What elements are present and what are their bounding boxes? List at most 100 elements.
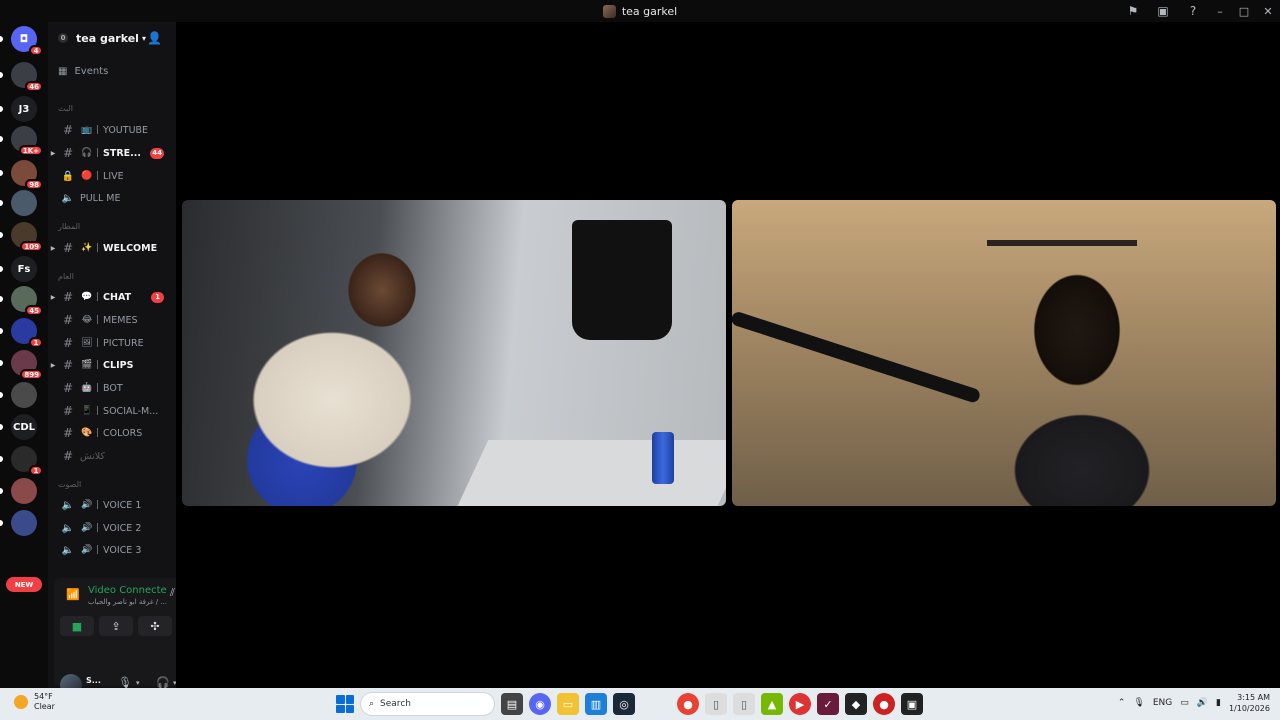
voice-channel-name[interactable]: غرفة ابو ناصر والحباب / ... xyxy=(88,598,167,606)
server-icon[interactable] xyxy=(11,190,37,216)
channel-voice-1[interactable]: 🔈 🔊 | VOICE 1 xyxy=(48,495,176,515)
language-indicator[interactable]: ENG xyxy=(1153,698,1172,708)
channel-label: PICTURE xyxy=(103,337,144,349)
speaker-icon: 🔈 xyxy=(61,499,75,511)
camera-button[interactable]: ■ xyxy=(60,616,94,636)
chevron-up-icon[interactable]: ⌃ xyxy=(1118,698,1126,708)
media-player-icon[interactable]: ▶ xyxy=(789,693,811,715)
network-icon[interactable]: ▭ xyxy=(1180,698,1189,708)
server-icon[interactable] xyxy=(11,478,37,504)
channel-voice-2[interactable]: 🔈 🔊 | VOICE 2 xyxy=(48,518,176,538)
server-icon[interactable]: 1 xyxy=(11,318,43,348)
server-icon[interactable]: 46 xyxy=(11,62,43,92)
clock[interactable]: 3:15 AM 1/10/2026 xyxy=(1229,692,1270,714)
inbox-icon[interactable]: ▣ xyxy=(1148,0,1178,22)
mention-badge: 4 xyxy=(29,45,43,56)
unread-pill xyxy=(0,170,3,176)
server-icon[interactable]: 45 xyxy=(11,286,43,316)
microphone-icon[interactable]: 🎙 xyxy=(1133,698,1144,708)
chrome-icon[interactable]: ● xyxy=(677,693,699,715)
video-content xyxy=(732,310,982,405)
server-icon[interactable]: J3 xyxy=(11,96,37,122)
events-label: Events xyxy=(74,66,109,77)
channel-label: COLORS xyxy=(103,427,143,439)
chevron-down-icon: ▾ xyxy=(141,33,146,43)
hash-icon: # xyxy=(62,358,74,372)
close-button[interactable]: ✕ xyxy=(1256,0,1280,22)
server-icon[interactable]: 1 xyxy=(11,446,43,476)
mention-badge: 44 xyxy=(150,147,164,159)
help-icon[interactable]: ? xyxy=(1178,0,1208,22)
category-general[interactable]: العام xyxy=(58,272,74,281)
channel-label: VOICE 3 xyxy=(103,544,142,556)
maximize-button[interactable]: □ xyxy=(1232,0,1256,22)
flag-icon[interactable]: ⚑ xyxy=(1118,0,1148,22)
channel-chat[interactable]: ▶ # 💬 | CHAT 1 xyxy=(48,287,176,307)
start-button[interactable] xyxy=(336,695,354,713)
minimize-button[interactable]: – xyxy=(1208,0,1232,22)
channel-live[interactable]: 🔒 🔴 | LIVE xyxy=(48,166,176,186)
separator: | xyxy=(96,315,100,325)
noise-suppression-icon[interactable]: ⫽ xyxy=(170,586,175,600)
server-icon[interactable]: 98 xyxy=(11,160,43,190)
channel-pull-me[interactable]: 🔈 PULL ME xyxy=(48,188,176,208)
channel-extra[interactable]: # كلاتش xyxy=(48,446,176,466)
volume-icon[interactable]: 🔊 xyxy=(1197,698,1208,708)
channel-colors[interactable]: # 🎨 | COLORS xyxy=(48,423,176,443)
battery-icon[interactable]: ▮ xyxy=(1216,698,1221,708)
mention-badge: 1K+ xyxy=(18,145,43,156)
unread-pill xyxy=(0,296,3,302)
server-icon[interactable]: Fs xyxy=(11,256,37,282)
screen-share-button[interactable]: ⇪ xyxy=(99,616,133,636)
voice-status[interactable]: Video Connecte xyxy=(88,585,167,596)
new-button[interactable]: NEW xyxy=(6,577,42,592)
server-icon[interactable]: 899 xyxy=(11,350,43,380)
category-stream[interactable]: البث xyxy=(58,104,73,113)
video-tile-right[interactable] xyxy=(732,200,1276,506)
activities-button[interactable]: ✣ xyxy=(138,616,172,636)
server-icon[interactable]: 1K+ xyxy=(11,126,43,156)
app-icon[interactable]: ● xyxy=(873,693,895,715)
unread-pill xyxy=(0,424,3,430)
channel-welcome[interactable]: ▶ # ✨ | WELCOME xyxy=(48,238,176,258)
channel-sidebar: 0 tea garkel ▾ 👤 ▦ Events البث المطار ال… xyxy=(48,22,218,696)
server-icon[interactable] xyxy=(11,510,37,536)
window-title: tea garkel xyxy=(602,4,677,18)
separator: | xyxy=(96,338,100,348)
invite-user-icon[interactable]: 👤 xyxy=(147,31,162,45)
channel-bot[interactable]: # 🤖 | BOT xyxy=(48,378,176,398)
events-link[interactable]: ▦ Events xyxy=(58,66,108,77)
document-icon[interactable]: ▯ xyxy=(705,693,727,715)
channel-youtube[interactable]: # 📺 | YOUTUBE xyxy=(48,120,176,140)
server-icon[interactable]: ◘ 4 xyxy=(11,26,43,56)
file-explorer-icon[interactable]: ▭ xyxy=(557,693,579,715)
document-icon[interactable]: ▯ xyxy=(733,693,755,715)
nvidia-icon[interactable]: ▲ xyxy=(761,693,783,715)
app-icon[interactable]: ✓ xyxy=(817,693,839,715)
username[interactable]: S... xyxy=(86,676,101,685)
channel-social-m[interactable]: # 📱 | SOCIAL-M... xyxy=(48,401,176,421)
terminal-icon[interactable]: ▣ xyxy=(901,693,923,715)
channel-stre[interactable]: ▶ # 🎧 | STRE... 44 xyxy=(48,143,176,163)
steam-icon[interactable]: ◎ xyxy=(613,693,635,715)
category-voice[interactable]: الصوت xyxy=(58,480,81,489)
channel-memes[interactable]: # 😂 | MEMES xyxy=(48,310,176,330)
server-icon[interactable]: 109 xyxy=(11,222,43,252)
store-icon[interactable]: ▥ xyxy=(585,693,607,715)
channel-label: VOICE 2 xyxy=(103,522,142,534)
game-icon[interactable]: ◆ xyxy=(845,693,867,715)
discord-app-icon[interactable]: ◉ xyxy=(529,693,551,715)
server-icon[interactable]: CDL xyxy=(11,414,37,440)
server-icon[interactable] xyxy=(11,382,37,408)
channel-picture[interactable]: # 🖼 | PICTURE xyxy=(48,333,176,353)
channel-voice-3[interactable]: 🔈 🔊 | VOICE 3 xyxy=(48,540,176,560)
category-welcome[interactable]: المطار xyxy=(58,222,80,231)
task-view-icon[interactable]: ▤ xyxy=(501,693,523,715)
channel-label: SOCIAL-M... xyxy=(103,405,159,417)
search-box[interactable]: ⌕ Search xyxy=(360,692,495,716)
weather-widget[interactable]: 54°F Clear xyxy=(14,692,55,712)
channel-clips[interactable]: ▶ # 🎬 | CLIPS xyxy=(48,355,176,375)
chevron-down-icon[interactable]: ▾ xyxy=(136,679,140,687)
video-tile-left[interactable] xyxy=(182,200,726,506)
speaker-icon: 🔈 xyxy=(61,522,75,534)
